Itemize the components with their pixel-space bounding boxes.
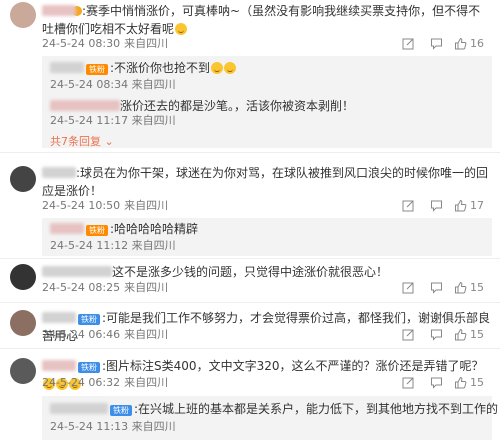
comment-meta: 24-5-24 06:46 来自四川 bbox=[42, 328, 169, 341]
avatar[interactable] bbox=[10, 264, 36, 290]
comment-5: 铁粉:图片标注S类400，文中文字320，这么不严谨的？涨价还是弄错了呢？ 24… bbox=[0, 352, 500, 440]
fan-badge: 铁粉 bbox=[78, 362, 100, 373]
username[interactable] bbox=[42, 167, 76, 178]
more-replies-link[interactable]: 共7条回复 ⌄ bbox=[50, 133, 114, 149]
comment-text: 这不是涨多少钱的问题，只觉得中途涨价就很恶心！ bbox=[42, 263, 492, 281]
reply-2: 涨价还去的都是沙笔。，活该你被资本剥削！ bbox=[50, 98, 354, 114]
comment-meta: 24-5-24 10:50 来自四川 bbox=[42, 199, 169, 212]
divider bbox=[0, 258, 500, 259]
reply-box: 铁粉:哈哈哈哈哈精辟 24-5-24 11:12 来自四川 bbox=[42, 218, 492, 256]
comment-actions: 15 bbox=[402, 376, 492, 390]
chevron-down-icon[interactable]: ⌄ bbox=[105, 135, 114, 148]
avatar[interactable] bbox=[10, 310, 36, 336]
like-count: 16 bbox=[470, 37, 484, 50]
like-icon[interactable] bbox=[454, 199, 467, 212]
comment-1: :赛季中悄悄涨价，可真棒呐~（虽然没有影响我继续买票支持你，但不得不吐槽你们吃相… bbox=[0, 0, 500, 150]
comment-icon[interactable] bbox=[430, 376, 443, 389]
share-icon[interactable] bbox=[402, 328, 415, 341]
fan-badge: 铁粉 bbox=[86, 64, 108, 75]
like-icon[interactable] bbox=[454, 328, 467, 341]
comment-actions: 15 bbox=[402, 328, 492, 342]
comment-meta: 24-5-24 08:25 来自四川 bbox=[42, 281, 169, 294]
reply-username[interactable] bbox=[50, 403, 108, 414]
comment-4: 铁粉:可能是我们工作不够努力，才会觉得票价过高，都怪我们，谢谢俱乐部良苦用心 2… bbox=[0, 306, 500, 346]
reply-meta: 24-5-24 11:17 来自四川 bbox=[50, 114, 176, 127]
reply-meta: 24-5-24 08:34 来自四川 bbox=[50, 78, 176, 91]
comment-3: 这不是涨多少钱的问题，只觉得中途涨价就很恶心！ 24-5-24 08:25 来自四… bbox=[0, 260, 500, 300]
like-count: 15 bbox=[470, 328, 484, 341]
comment-actions: 16 bbox=[402, 37, 492, 51]
divider bbox=[0, 152, 500, 153]
emoji-icon bbox=[175, 23, 188, 35]
divider bbox=[0, 348, 500, 349]
reply-username[interactable] bbox=[50, 100, 120, 111]
comment-actions: 15 bbox=[402, 281, 492, 295]
reply-meta: 24-5-24 11:13 来自四川 bbox=[50, 420, 176, 433]
reply-box: 铁粉:不涨价你也抢不到 24-5-24 08:34 来自四川 涨价还去的都是沙笔… bbox=[42, 56, 492, 148]
reply-1: 铁粉:哈哈哈哈哈精辟 bbox=[50, 221, 198, 237]
reply-username[interactable] bbox=[50, 62, 84, 73]
comment-icon[interactable] bbox=[430, 199, 443, 212]
fan-badge: 铁粉 bbox=[110, 405, 132, 416]
reply-1: 铁粉:在兴城上班的基本都是关系户，能力低下，到其他地方找不到工作的 bbox=[50, 401, 498, 417]
share-icon[interactable] bbox=[402, 37, 415, 50]
share-icon[interactable] bbox=[402, 376, 415, 389]
fan-badge: 铁粉 bbox=[86, 225, 108, 236]
location: 来自四川 bbox=[124, 37, 169, 50]
comment-text: :球员在为你干架，球迷在为你对骂，在球队被推到风口浪尖的时候你唯一的回应是涨价！ bbox=[42, 166, 489, 198]
reply-1: 铁粉:不涨价你也抢不到 bbox=[50, 60, 237, 76]
share-icon[interactable] bbox=[402, 281, 415, 294]
avatar[interactable] bbox=[10, 166, 36, 192]
comment-icon[interactable] bbox=[430, 281, 443, 294]
comment-icon[interactable] bbox=[430, 37, 443, 50]
comment-meta: 24-5-24 08:30 来自四川 bbox=[42, 37, 172, 51]
reply-meta: 24-5-24 11:12 来自四川 bbox=[50, 239, 176, 252]
comment-2: :球员在为你干架，球迷在为你对骂，在球队被推到风口浪尖的时候你唯一的回应是涨价！… bbox=[0, 156, 500, 256]
like-icon[interactable] bbox=[454, 376, 467, 389]
comment-icon[interactable] bbox=[430, 328, 443, 341]
avatar[interactable] bbox=[10, 358, 36, 384]
comment-text: :赛季中悄悄涨价，可真棒呐~（虽然没有影响我继续买票支持你，但不得不吐槽你们吃相… bbox=[42, 4, 481, 36]
username[interactable] bbox=[42, 312, 76, 323]
timestamp: 24-5-24 08:30 bbox=[42, 37, 121, 50]
username[interactable] bbox=[42, 266, 112, 277]
like-count: 17 bbox=[470, 199, 484, 212]
like-count: 15 bbox=[470, 281, 484, 294]
divider bbox=[0, 302, 500, 303]
username[interactable] bbox=[42, 5, 76, 16]
like-count: 15 bbox=[470, 376, 484, 389]
fan-badge: 铁粉 bbox=[78, 314, 100, 325]
username[interactable] bbox=[42, 360, 76, 371]
share-icon[interactable] bbox=[402, 199, 415, 212]
emoji-icon bbox=[211, 62, 224, 74]
comment-actions: 17 bbox=[402, 199, 492, 213]
comment-meta: 24-5-24 06:32 来自四川 bbox=[42, 376, 169, 389]
emoji-icon bbox=[224, 62, 237, 74]
reply-username[interactable] bbox=[50, 223, 84, 234]
like-icon[interactable] bbox=[454, 281, 467, 294]
reply-box: 铁粉:在兴城上班的基本都是关系户，能力低下，到其他地方找不到工作的 24-5-2… bbox=[42, 396, 498, 440]
like-icon[interactable] bbox=[454, 37, 467, 50]
avatar[interactable] bbox=[10, 2, 36, 28]
